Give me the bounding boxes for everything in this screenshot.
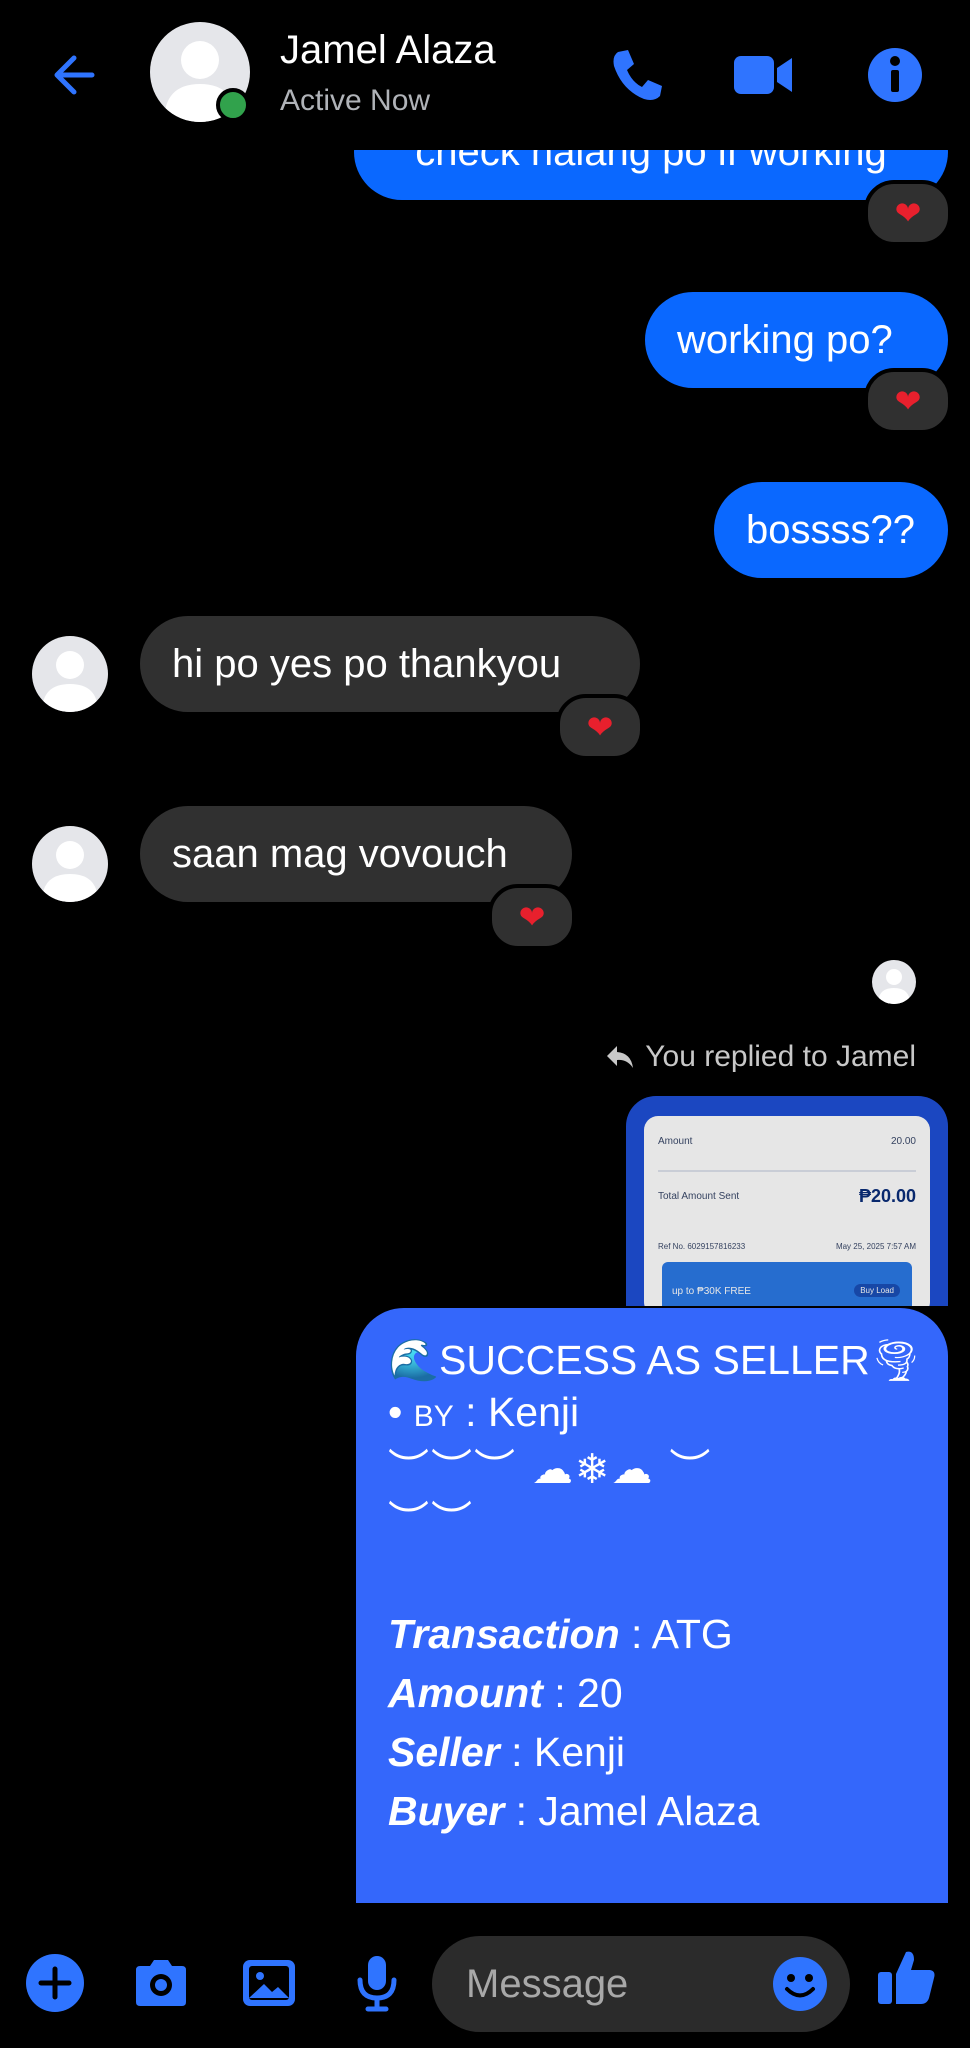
sender-avatar[interactable] [32,826,108,902]
replied-image-preview[interactable]: Amount 20.00 Total Amount Sent ₱20.00 Re… [626,1096,948,1306]
row-value: : ATG [619,1611,733,1657]
receipt-date: May 25, 2025 7:57 AM [835,1242,916,1251]
message-text: working po? [677,317,893,362]
receipt-ref-row: Ref No. 6029157816233 May 25, 2025 7:57 … [658,1242,916,1251]
outgoing-message[interactable]: bossss?? [714,482,948,578]
contact-status: Active Now [280,84,431,117]
chat-header: Jamel Alaza Active Now [0,0,970,150]
receipt-total-value: ₱20.00 [858,1186,916,1206]
seen-avatar [872,960,916,1004]
receipt-total-label: Total Amount Sent [658,1191,740,1202]
card-row-transaction: Transaction : ATG [388,1605,914,1664]
info-icon[interactable] [862,42,928,108]
card-row-buyer: Buyer : Jamel Alaza [388,1782,914,1841]
message-input[interactable] [464,1960,768,2008]
receipt-total-row: Total Amount Sent ₱20.00 [658,1186,916,1207]
camera-icon[interactable] [130,1952,192,2014]
like-thumb-icon[interactable] [874,1944,940,2010]
reaction-heart[interactable]: ❤ [556,694,644,760]
card-row-amount: Amount : 20 [388,1664,914,1723]
reply-arrow-icon [607,1046,634,1068]
row-value: : 20 [542,1670,623,1716]
back-arrow-icon[interactable] [44,44,106,106]
by-label: BY [413,1400,454,1433]
online-indicator [216,88,250,122]
row-label: Transaction [388,1611,620,1657]
message-text: bossss?? [746,507,915,552]
by-value: : Kenji [453,1389,580,1435]
row-value: : Jamel Alaza [504,1788,760,1834]
card-title: 🌊SUCCESS AS SELLER🌪 [388,1337,922,1383]
phone-icon[interactable] [604,42,670,108]
receipt-ref: Ref No. 6029157816233 [658,1242,746,1251]
promo-button: Buy Load [854,1284,900,1297]
receipt-image: Amount 20.00 Total Amount Sent ₱20.00 Re… [644,1116,930,1306]
receipt-amount-label: Amount [658,1136,693,1147]
reaction-heart[interactable]: ❤ [864,368,952,434]
emoji-icon[interactable] [770,1954,830,2014]
incoming-message[interactable]: hi po yes po thankyou [140,616,640,712]
row-value: : Kenji [499,1729,626,1775]
card-decoration-1: ︶︶︶ ☁❄☁ ︶ [388,1445,713,1493]
row-label: Buyer [388,1788,505,1834]
promo-text: up to ₱30K FREE [672,1286,751,1297]
receipt-amount-row: Amount 20.00 [658,1136,916,1147]
receipt-divider [658,1170,916,1172]
row-label: Amount [388,1670,543,1716]
sender-avatar[interactable] [32,636,108,712]
bullet: • [388,1389,414,1435]
default-avatar-icon [42,841,98,902]
default-avatar-icon [878,969,910,1004]
outgoing-message-card[interactable]: 🌊SUCCESS AS SELLER🌪 • BY : Kenji ︶︶︶ ☁❄☁… [356,1308,948,1903]
video-call-icon[interactable] [730,42,796,108]
receipt-amount-value: 20.00 [890,1136,916,1147]
default-avatar-icon [42,651,98,712]
heart-icon: ❤ [894,383,922,419]
row-label: Seller [388,1729,500,1775]
reaction-heart[interactable]: ❤ [864,180,952,246]
reply-label-text: You replied to Jamel [645,1040,916,1073]
card-row-seller: Seller : Kenji [388,1723,914,1782]
message-text: hi po yes po thankyou [172,641,562,686]
heart-icon: ❤ [518,899,546,935]
card-by-line: • BY : Kenji [388,1386,914,1443]
card-decoration-2: ︶︶ [388,1497,474,1545]
reaction-heart[interactable]: ❤ [488,884,576,950]
microphone-icon[interactable] [346,1952,408,2014]
contact-name[interactable]: Jamel Alaza [280,28,496,73]
receipt-promo-banner: up to ₱30K FREE Buy Load [662,1262,912,1306]
gallery-icon[interactable] [238,1952,300,2014]
plus-icon[interactable] [24,1952,86,2014]
message-text: saan mag vovouch [172,831,508,876]
heart-icon: ❤ [894,195,922,231]
reply-label: You replied to Jamel [605,1040,916,1074]
heart-icon: ❤ [586,709,614,745]
message-input-container[interactable] [432,1936,850,2032]
